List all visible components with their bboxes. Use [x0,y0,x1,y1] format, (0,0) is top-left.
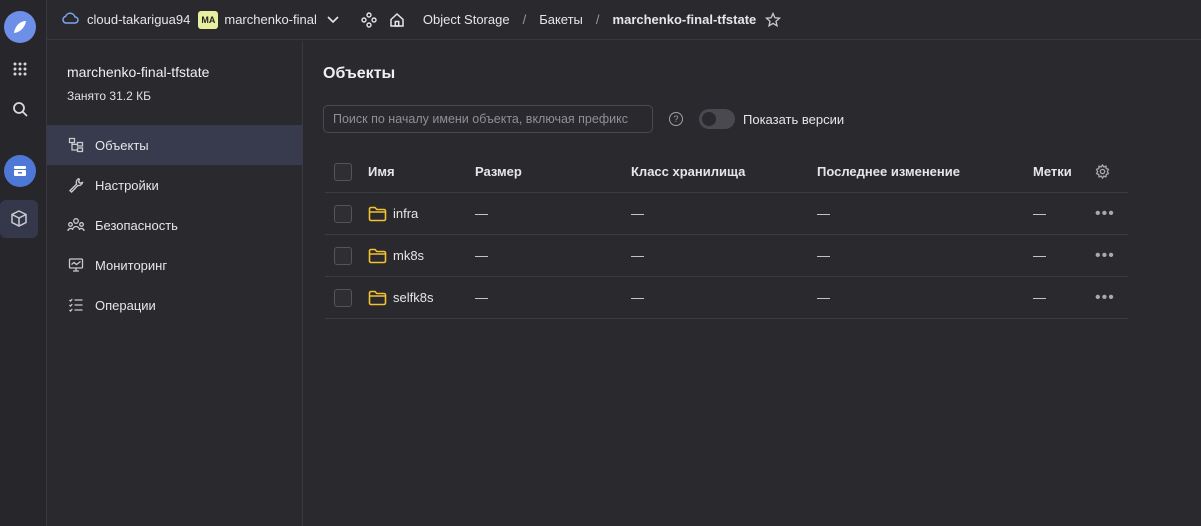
object-modified: — [817,206,830,221]
object-size: — [475,206,488,221]
gear-icon[interactable] [1095,151,1110,192]
column-header-modified[interactable]: Последнее изменение [817,151,960,192]
folder-icon [368,248,387,264]
table-row[interactable]: infra — — — — ••• [325,193,1128,235]
object-size: — [475,290,488,305]
folder-selector[interactable]: MA marchenko-final [190,10,339,29]
sidebar-item-settings[interactable]: Настройки [47,165,302,205]
cloud-icon [61,11,79,28]
monitor-icon [67,256,85,274]
table-row[interactable]: selfk8s — — — — ••• [325,277,1128,319]
show-versions-toggle[interactable] [699,109,735,129]
cloud-selector[interactable]: cloud-takarigua94 [61,11,190,28]
cube-icon [11,210,27,230]
sidebar-item-label: Операции [95,297,156,313]
object-name: infra [393,206,419,221]
object-size: — [475,248,488,263]
row-checkbox[interactable] [334,288,352,307]
column-header-tags[interactable]: Метки [1033,151,1072,192]
cloud-name: cloud-takarigua94 [87,12,191,27]
sidebar-item-security[interactable]: Безопасность [47,205,302,245]
object-name: selfk8s [393,290,434,305]
more-actions-icon[interactable]: ••• [1095,235,1115,276]
more-actions-icon[interactable]: ••• [1095,277,1115,318]
services-icon[interactable] [361,11,377,28]
object-modified: — [817,290,830,305]
star-icon[interactable] [765,11,782,28]
sidebar-item-objects[interactable]: Объекты [47,125,302,165]
sidebar-nav: Объекты Настройки Безопасность Мониторин… [47,125,302,325]
object-tags: — [1033,248,1046,263]
main-content: Объекты ? Показать версии Имя Размер Кла… [303,41,1201,526]
breadcrumb-separator: / [522,12,527,27]
sidebar-item-label: Объекты [95,137,149,153]
bucket-usage: Занято 31.2 КБ [67,89,151,103]
object-tags: — [1033,206,1046,221]
object-storage-icon[interactable] [4,155,36,187]
object-name-cell[interactable]: infra [368,193,418,234]
sidebar-item-label: Безопасность [95,217,178,233]
sidebar-item-monitoring[interactable]: Мониторинг [47,245,302,285]
folder-icon [368,206,387,222]
column-header-size[interactable]: Размер [475,151,522,192]
rail-active-item[interactable] [0,200,38,238]
column-header-name[interactable]: Имя [368,151,395,192]
breadcrumb-buckets[interactable]: Бакеты [539,12,583,27]
table-row[interactable]: mk8s — — — — ••• [325,235,1128,277]
object-name: mk8s [393,248,425,263]
help-icon[interactable]: ? [669,112,683,126]
object-class: — [631,248,644,263]
breadcrumb-separator: / [595,12,600,27]
column-header-class[interactable]: Класс хранилища [631,151,745,192]
more-actions-icon[interactable]: ••• [1095,193,1115,234]
chevron-down-icon [327,15,339,24]
users-icon [67,216,85,234]
row-checkbox[interactable] [334,204,352,223]
folder-badge: MA [198,10,219,29]
sidebar-item-label: Мониторинг [95,257,168,273]
object-class: — [631,206,644,221]
breadcrumb-bucket: marchenko-final-tfstate [612,12,757,27]
services-grid-icon[interactable] [4,53,36,85]
search-input[interactable] [323,105,653,133]
table-header-row: Имя Размер Класс хранилища Последнее изм… [325,151,1128,193]
object-class: — [631,290,644,305]
search-icon[interactable] [4,93,36,125]
objects-icon [67,136,85,154]
sidebar-item-operations[interactable]: Операции [47,285,302,325]
object-name-cell[interactable]: mk8s [368,235,424,276]
top-header: cloud-takarigua94 MA marchenko-final Obj… [47,0,1201,40]
cloud-logo-icon[interactable] [4,11,36,43]
folder-icon [368,290,387,306]
object-modified: — [817,248,830,263]
row-checkbox[interactable] [334,246,352,265]
toggle-knob [702,112,716,126]
select-all-checkbox[interactable] [334,162,352,181]
wrench-icon [67,176,85,194]
bucket-title: marchenko-final-tfstate [67,64,210,80]
list-icon [67,296,85,314]
breadcrumb-object-storage[interactable]: Object Storage [423,12,510,27]
object-name-cell[interactable]: selfk8s [368,277,433,318]
objects-table: Имя Размер Класс хранилища Последнее изм… [325,151,1128,319]
home-icon[interactable] [389,12,405,28]
page-title: Объекты [323,65,396,82]
folder-name: marchenko-final [224,12,317,27]
sidebar-item-label: Настройки [95,177,159,193]
object-tags: — [1033,290,1046,305]
app-rail [0,0,47,526]
show-versions-label: Показать версии [743,112,845,127]
bucket-sidebar: marchenko-final-tfstate Занято 31.2 КБ О… [47,41,303,526]
